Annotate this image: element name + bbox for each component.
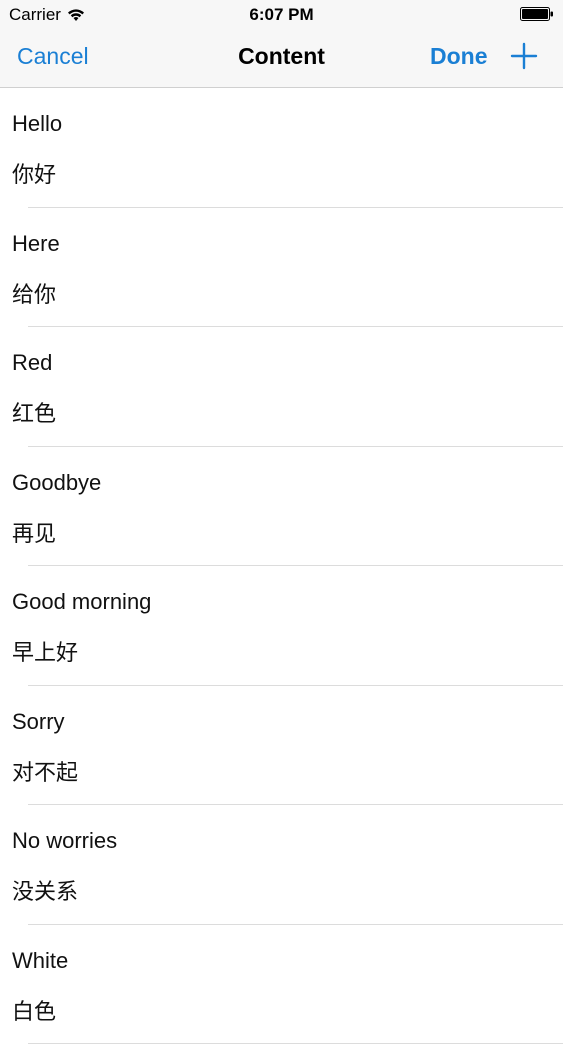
list-item[interactable]: Here 给你 xyxy=(0,208,563,328)
list-item[interactable]: Red 红色 xyxy=(0,327,563,447)
item-translation: 红色 xyxy=(12,396,56,428)
item-translation: 白色 xyxy=(12,994,56,1026)
content-list: Hello 你好 Here 给你 Red 红色 Goodbye 再见 Good … xyxy=(0,88,563,1044)
item-translation: 再见 xyxy=(12,516,56,548)
item-title: Goodbye xyxy=(12,470,101,496)
status-time: 6:07 PM xyxy=(0,5,563,25)
list-item[interactable]: Sorry 对不起 xyxy=(0,686,563,806)
list-item[interactable]: No worries 没关系 xyxy=(0,805,563,925)
list-item[interactable]: White 白色 xyxy=(0,925,563,1044)
header: Carrier 6:07 PM Cancel Content Done xyxy=(0,0,563,88)
item-title: Good morning xyxy=(12,589,151,615)
item-title: Red xyxy=(12,350,52,376)
status-bar: Carrier 6:07 PM xyxy=(0,0,563,30)
list-item[interactable]: Hello 你好 xyxy=(0,88,563,208)
battery-icon xyxy=(520,7,554,21)
item-title: Sorry xyxy=(12,709,65,735)
navigation-bar: Cancel Content Done xyxy=(0,30,563,88)
item-translation: 你好 xyxy=(12,157,56,189)
plus-icon[interactable] xyxy=(508,40,540,72)
item-translation: 没关系 xyxy=(12,874,78,906)
item-title: No worries xyxy=(12,828,117,854)
done-button[interactable]: Done xyxy=(430,43,488,70)
list-item[interactable]: Goodbye 再见 xyxy=(0,447,563,567)
item-title: White xyxy=(12,948,68,974)
item-title: Hello xyxy=(12,111,62,137)
item-translation: 早上好 xyxy=(12,635,78,667)
item-translation: 对不起 xyxy=(12,755,78,787)
list-item[interactable]: Good morning 早上好 xyxy=(0,566,563,686)
item-translation: 给你 xyxy=(12,277,56,309)
item-title: Here xyxy=(12,231,60,257)
